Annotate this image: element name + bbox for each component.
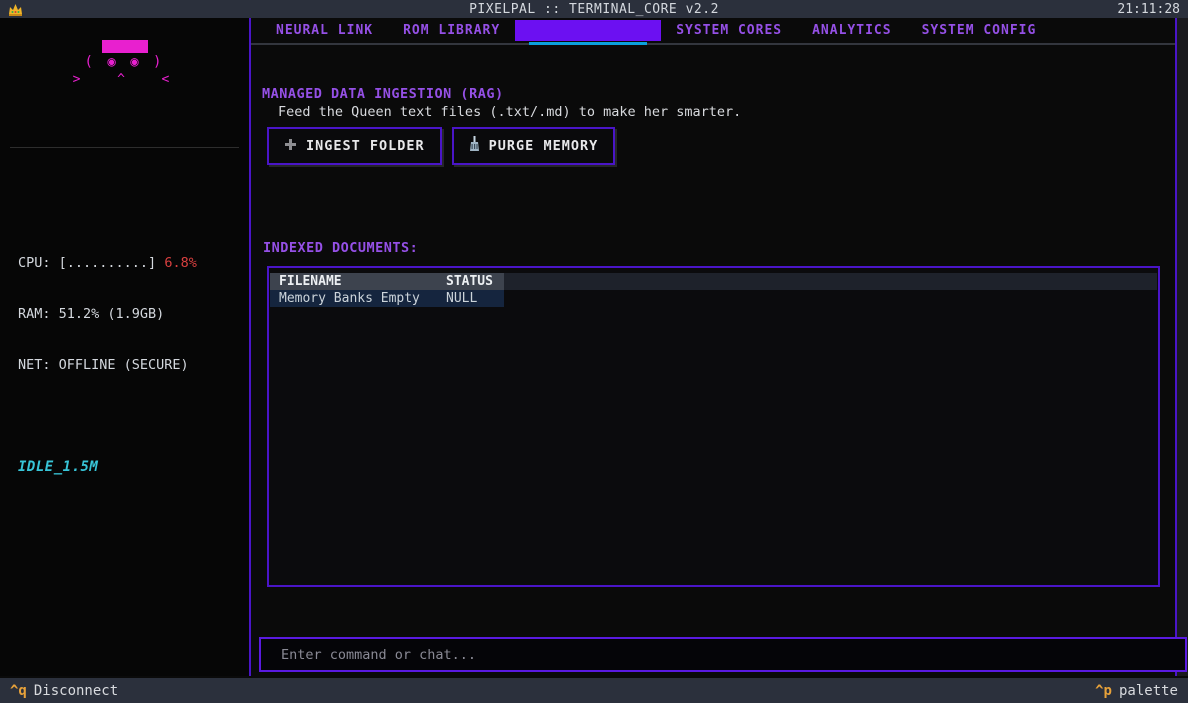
indexed-documents-heading: INDEXED DOCUMENTS: [263, 240, 419, 256]
disconnect-label: Disconnect [33, 682, 119, 699]
mascot-eyes: ( ◉ ◉ ) [84, 54, 165, 70]
plus-icon [284, 138, 297, 155]
app-title: PIXELPAL :: TERMINAL_CORE v2.2 [469, 1, 719, 17]
window-edge-strip [1177, 18, 1188, 676]
section-title: MANAGED DATA INGESTION (RAG) [262, 86, 504, 102]
status-bar: ^q Disconnect ^p palette [0, 678, 1188, 703]
purge-memory-label: PURGE MEMORY [488, 138, 599, 154]
ingest-folder-button[interactable]: INGEST FOLDER [267, 127, 442, 165]
table-row-colgroup: Memory Banks Empty NULL [270, 290, 504, 307]
title-bar: PIXELPAL :: TERMINAL_CORE v2.2 21:11:28 [0, 0, 1188, 18]
disconnect-key: ^q [10, 682, 27, 699]
main-panel: NEURAL LINK ROM LIBRARY SYSTEM CORES ANA… [251, 18, 1187, 676]
sidebar-divider [10, 147, 239, 148]
cpu-label: CPU: [..........] [18, 255, 165, 271]
tab-selected[interactable] [515, 20, 662, 45]
mascot-hair-block [101, 40, 148, 53]
tab-neural-link[interactable]: NEURAL LINK [261, 20, 388, 41]
tab-system-config[interactable]: SYSTEM CONFIG [907, 20, 1052, 41]
table-header-colgroup: FILENAME STATUS [270, 273, 504, 290]
action-buttons: INGEST FOLDER PURGE MEMORY [267, 127, 616, 165]
command-input[interactable] [259, 637, 1187, 672]
palette-hotkey[interactable]: ^p palette [1095, 683, 1178, 699]
cpu-value: 6.8% [164, 255, 197, 271]
mascot-avatar: ( ◉ ◉ ) > ^ < [0, 40, 249, 87]
net-stat: NET: OFFLINE (SECURE) [18, 357, 189, 373]
palette-key: ^p [1095, 682, 1112, 699]
cpu-stat: CPU: [..........] 6.8% [18, 255, 249, 272]
table-row[interactable]: Memory Banks Empty NULL [270, 290, 1157, 307]
mascot-mouth: > ^ < [72, 72, 177, 87]
sidebar: ( ◉ ◉ ) > ^ < CPU: [..........] 6.8% RAM… [0, 18, 251, 676]
column-header-filename: FILENAME [279, 274, 342, 289]
cell-status: NULL [446, 291, 478, 306]
app-body: ( ◉ ◉ ) > ^ < CPU: [..........] 6.8% RAM… [0, 18, 1188, 676]
ingest-folder-label: INGEST FOLDER [306, 138, 425, 154]
table-header-row: FILENAME STATUS [270, 273, 1157, 290]
system-stats: CPU: [..........] 6.8% RAM: 51.2% (1.9GB… [18, 221, 249, 408]
ram-stat: RAM: 51.2% (1.9GB) [18, 306, 165, 322]
tab-analytics[interactable]: ANALYTICS [797, 20, 906, 41]
broom-icon [469, 136, 480, 156]
tab-system-cores[interactable]: SYSTEM CORES [661, 20, 797, 41]
tab-rom-library[interactable]: ROM LIBRARY [388, 20, 515, 41]
column-header-status: STATUS [446, 274, 493, 289]
tab-bar: NEURAL LINK ROM LIBRARY SYSTEM CORES ANA… [251, 18, 1175, 45]
cell-filename: Memory Banks Empty [279, 291, 420, 306]
palette-label: palette [1118, 682, 1178, 699]
section-description: Feed the Queen text files (.txt/.md) to … [278, 104, 742, 120]
idle-status: IDLE_1.5M [18, 459, 99, 475]
disconnect-hotkey[interactable]: ^q Disconnect [10, 683, 118, 699]
purge-memory-button[interactable]: PURGE MEMORY [451, 127, 616, 165]
documents-table: FILENAME STATUS Memory Banks Empty NULL [267, 266, 1160, 587]
terminal-window: PIXELPAL :: TERMINAL_CORE v2.2 21:11:28 … [0, 0, 1188, 703]
